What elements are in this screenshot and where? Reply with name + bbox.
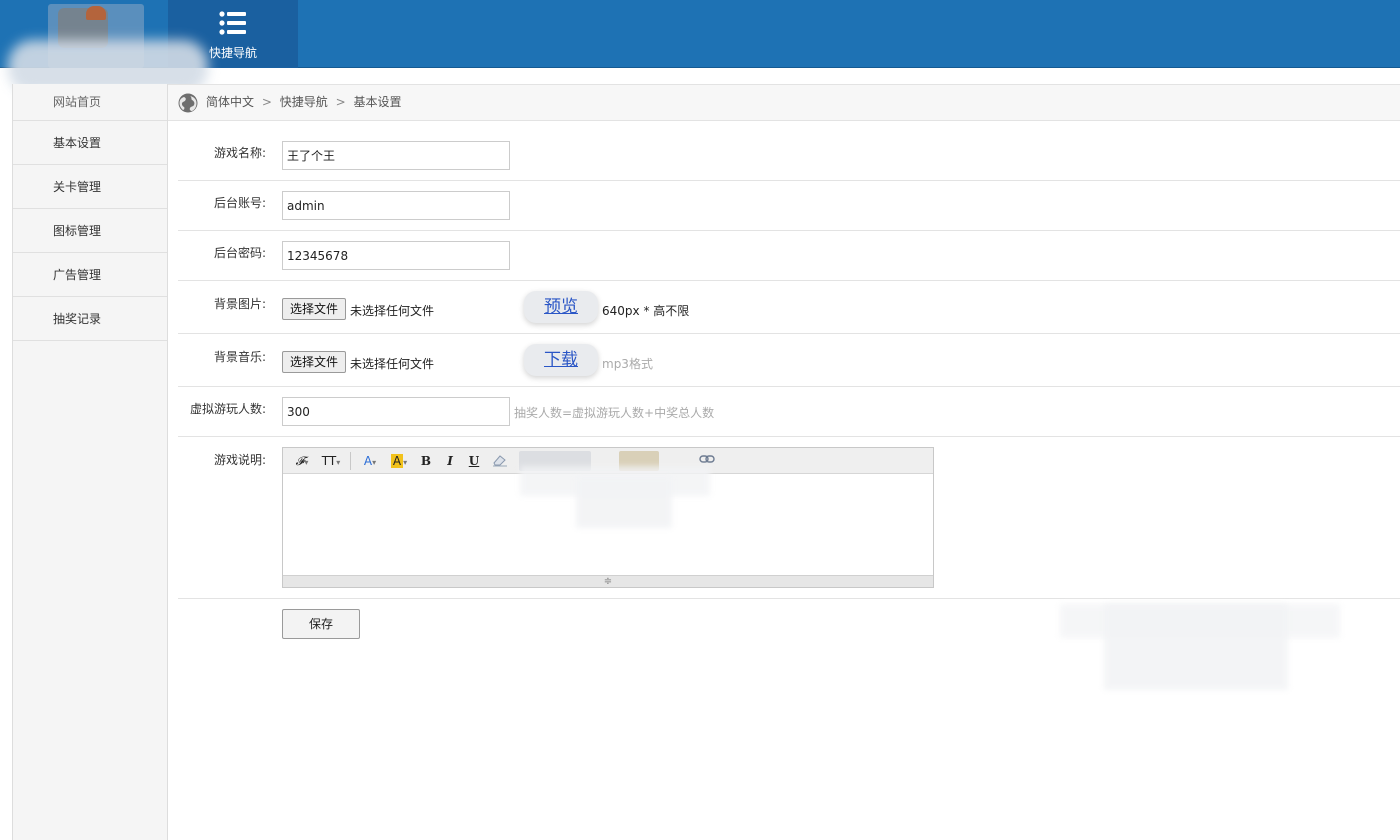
breadcrumb: 简体中文 > 快捷导航 > 基本设置 [168, 84, 1400, 121]
form-row-description: 游戏说明: 𝓕▾ TT▾ A▾ A ▾ B I U ≑ [178, 437, 1400, 599]
form-row-game-name: 游戏名称: [178, 121, 1400, 181]
virtual-players-hint: 抽奖人数=虚拟游玩人数+中奖总人数 [514, 406, 715, 420]
breadcrumb-separator: > [335, 95, 346, 109]
bg-music-choose-file-button[interactable]: 选择文件 [282, 351, 346, 373]
font-family-button[interactable]: 𝓕▾ [291, 452, 313, 470]
virtual-players-input[interactable] [282, 397, 510, 426]
editor-resize-handle[interactable]: ≑ [283, 575, 933, 587]
blurred-overlay [1104, 604, 1288, 690]
list-icon [219, 11, 246, 35]
game-name-input[interactable] [282, 141, 510, 170]
sidebar-item-basic-settings[interactable]: 基本设置 [13, 121, 167, 165]
bg-image-file-status: 未选择任何文件 [350, 304, 435, 318]
admin-password-input[interactable] [282, 241, 510, 270]
admin-account-label: 后台账号: [213, 196, 266, 210]
bg-music-file-status: 未选择任何文件 [350, 357, 435, 371]
form-row-admin-password: 后台密码: [178, 231, 1400, 281]
globe-icon [178, 93, 198, 113]
link-icon-graphic [699, 455, 715, 463]
breadcrumb-separator: > [261, 95, 272, 109]
background-color-glyph: A [390, 454, 404, 468]
top-header: 快捷导航 [0, 0, 1400, 68]
sidebar-item-icon-management[interactable]: 图标管理 [13, 209, 167, 253]
font-size-glyph: TT [321, 454, 337, 468]
bg-image-choose-file-button[interactable]: 选择文件 [282, 298, 346, 320]
bg-music-format-hint: mp3格式 [602, 357, 653, 371]
bg-music-download-link[interactable]: 下载 [524, 344, 598, 376]
logo-mark [86, 6, 106, 20]
bg-music-label: 背景音乐: [213, 350, 266, 364]
toolbar-divider [350, 452, 351, 470]
game-name-label: 游戏名称: [213, 146, 266, 160]
sidebar-item-lottery-records[interactable]: 抽奖记录 [13, 297, 167, 341]
chevron-down-icon: ▾ [403, 458, 408, 467]
chevron-down-icon: ▾ [304, 458, 309, 467]
eraser-icon-graphic [493, 455, 507, 467]
form-row-virtual-players: 虚拟游玩人数: 抽奖人数=虚拟游玩人数+中奖总人数 [178, 387, 1400, 437]
form-row-bg-image: 背景图片: 选择文件 未选择任何文件 预览 640px * 高不限 [178, 281, 1400, 334]
blurred-overlay [576, 476, 672, 528]
italic-button[interactable]: I [443, 452, 457, 470]
eraser-icon[interactable] [491, 452, 509, 470]
font-color-button[interactable]: A▾ [359, 452, 381, 470]
bg-image-size-note: 640px * 高不限 [602, 304, 690, 318]
chevron-down-icon: ▾ [372, 458, 377, 467]
form-row-bg-music: 背景音乐: 选择文件 未选择任何文件 下载 mp3格式 [178, 334, 1400, 387]
bg-image-label: 背景图片: [213, 297, 266, 311]
virtual-players-label: 虚拟游玩人数: [189, 402, 266, 416]
background-color-button[interactable]: A ▾ [387, 452, 411, 470]
underline-button[interactable]: U [467, 452, 481, 470]
admin-password-label: 后台密码: [213, 246, 266, 260]
bold-button[interactable]: B [419, 452, 433, 470]
sidebar-item-home[interactable]: 网站首页 [13, 84, 167, 121]
breadcrumb-item-quick-nav[interactable]: 快捷导航 [280, 95, 328, 109]
bg-image-preview-link[interactable]: 预览 [524, 291, 598, 323]
chevron-down-icon: ▾ [336, 458, 341, 467]
font-color-glyph: A [363, 454, 373, 468]
font-size-button[interactable]: TT▾ [319, 452, 343, 470]
form-row-admin-account: 后台账号: [178, 181, 1400, 231]
admin-account-input[interactable] [282, 191, 510, 220]
sidebar: 网站首页 基本设置 关卡管理 图标管理 广告管理 抽奖记录 [12, 84, 168, 840]
save-button[interactable]: 保存 [282, 609, 360, 639]
sidebar-item-ad-management[interactable]: 广告管理 [13, 253, 167, 297]
sidebar-item-level-management[interactable]: 关卡管理 [13, 165, 167, 209]
description-label: 游戏说明: [213, 453, 266, 467]
breadcrumb-item-language[interactable]: 简体中文 [206, 95, 254, 109]
breadcrumb-item-current: 基本设置 [353, 95, 402, 109]
